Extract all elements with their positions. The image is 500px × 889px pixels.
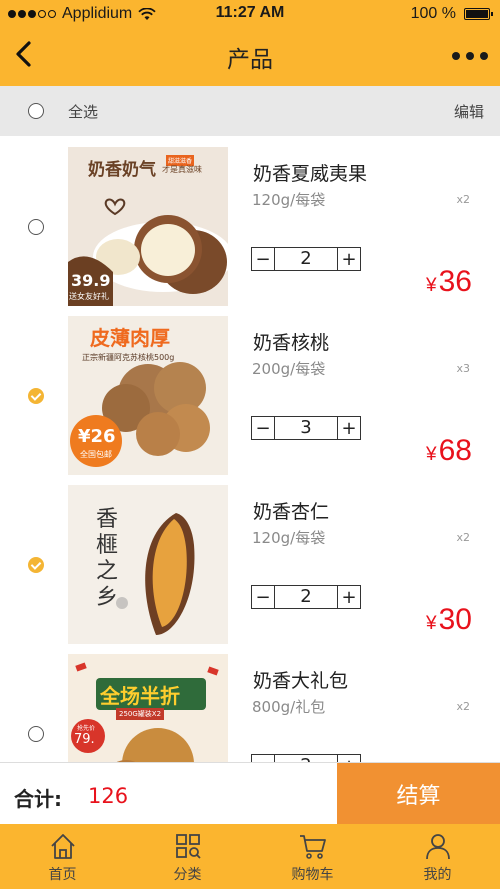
- currency-symbol: ¥: [426, 613, 437, 634]
- battery-percent: 100 %: [410, 5, 456, 22]
- product-price: ¥36: [426, 265, 472, 299]
- tab-category[interactable]: 分类: [125, 824, 250, 889]
- item-select-radio[interactable]: [28, 388, 44, 404]
- product-image-macadamia[interactable]: 奶香奶气 甜滋滋香 才是真滋味 39.9 送女友好礼: [68, 147, 228, 306]
- currency-symbol: ¥: [426, 444, 437, 465]
- product-spec: 120g/每袋: [252, 191, 326, 209]
- product-qty-label: x3: [456, 362, 470, 375]
- image-tag: 抢先价: [77, 725, 96, 732]
- quantity-value[interactable]: 3: [275, 417, 337, 439]
- select-all-label[interactable]: 全选: [68, 101, 98, 122]
- quantity-value[interactable]: 2: [275, 248, 337, 270]
- image-price: 79.: [74, 732, 95, 747]
- product-price: ¥30: [426, 603, 472, 637]
- user-icon: [426, 834, 450, 860]
- product-image-gift-pack[interactable]: 全场半折 250G罐装X2 抢先价 79.: [68, 654, 228, 762]
- tab-home[interactable]: 首页: [0, 824, 125, 889]
- image-headline: 皮薄肉厚: [90, 326, 170, 350]
- edit-button[interactable]: 编辑: [454, 101, 484, 122]
- item-select-radio[interactable]: [28, 557, 44, 573]
- select-all-bar: 全选 编辑: [0, 86, 500, 136]
- price-value: 36: [438, 265, 472, 298]
- image-note: 送女友好礼: [69, 292, 109, 301]
- tab-bar: 首页 分类 购物车 我的: [0, 824, 500, 889]
- more-button[interactable]: [452, 52, 488, 60]
- list-item: 香榧之乡 奶香杏仁 120g/每袋 x2 − 2 + ¥30: [0, 475, 500, 644]
- image-headline: 奶香奶气: [88, 160, 156, 180]
- select-all-radio[interactable]: [28, 103, 44, 119]
- quantity-value[interactable]: 2: [275, 755, 337, 762]
- product-name: 奶香夏威夷果: [253, 163, 368, 185]
- product-image-almond[interactable]: 香榧之乡: [68, 485, 228, 644]
- product-qty-label: x2: [456, 193, 470, 206]
- tab-label: 分类: [173, 867, 202, 883]
- list-item: 奶香奶气 甜滋滋香 才是真滋味 39.9 送女友好礼 奶香夏威夷果 120g/每…: [0, 137, 500, 306]
- image-headline: 全场半折: [100, 684, 180, 708]
- increase-button[interactable]: +: [337, 755, 360, 762]
- increase-button[interactable]: +: [337, 248, 360, 270]
- quantity-stepper: − 2 +: [251, 754, 361, 762]
- decrease-button[interactable]: −: [252, 586, 275, 608]
- tab-label: 首页: [48, 867, 77, 883]
- increase-button[interactable]: +: [337, 586, 360, 608]
- price-value: 30: [438, 603, 472, 636]
- image-note: 全国包邮: [80, 450, 112, 459]
- quantity-stepper: − 2 +: [251, 585, 361, 609]
- decrease-button[interactable]: −: [252, 417, 275, 439]
- product-spec: 200g/每袋: [252, 360, 326, 378]
- image-sub: 正宗新疆阿克苏核桃500g: [82, 353, 175, 362]
- total-amount: 126: [88, 784, 129, 808]
- tab-cart[interactable]: 购物车: [250, 824, 375, 889]
- list-item: 皮薄肉厚 正宗新疆阿克苏核桃500g ¥26 全国包邮 奶香核桃 200g/每袋…: [0, 306, 500, 475]
- checkout-button[interactable]: 结算: [337, 763, 500, 825]
- increase-button[interactable]: +: [337, 417, 360, 439]
- battery-icon: [464, 8, 493, 20]
- list-item: 全场半折 250G罐装X2 抢先价 79. 奶香大礼包 800g/礼包 x2 −…: [0, 644, 500, 762]
- product-name: 奶香核桃: [253, 332, 330, 354]
- item-select-radio[interactable]: [28, 726, 44, 742]
- product-spec: 800g/礼包: [252, 698, 326, 716]
- total-bar: 合计: 126 结算: [0, 762, 500, 825]
- more-dots-icon: [452, 52, 460, 60]
- product-name: 奶香大礼包: [253, 670, 349, 692]
- image-price: ¥26: [78, 426, 116, 447]
- price-value: 68: [438, 434, 472, 467]
- image-sub: 250G罐装X2: [116, 708, 165, 720]
- product-price: ¥68: [426, 434, 472, 468]
- cart-icon: [300, 835, 326, 859]
- category-icon: [176, 834, 201, 859]
- item-select-radio[interactable]: [28, 219, 44, 235]
- product-qty-label: x2: [456, 700, 470, 713]
- page-title: 产品: [227, 47, 273, 73]
- tab-profile[interactable]: 我的: [375, 824, 500, 889]
- product-name: 奶香杏仁: [253, 501, 330, 523]
- image-headline: 香榧之乡: [96, 507, 119, 610]
- home-icon: [51, 834, 75, 859]
- currency-symbol: ¥: [426, 275, 437, 296]
- tab-label: 购物车: [291, 867, 334, 883]
- quantity-value[interactable]: 2: [275, 586, 337, 608]
- product-list[interactable]: 奶香奶气 甜滋滋香 才是真滋味 39.9 送女友好礼 奶香夏威夷果 120g/每…: [0, 137, 500, 762]
- status-bar: Applidium 11:27 AM 100 %: [0, 0, 500, 28]
- decrease-button[interactable]: −: [252, 755, 275, 762]
- image-tag-sub: 才是真滋味: [162, 165, 202, 174]
- product-qty-label: x2: [456, 531, 470, 544]
- total-label: 合计:: [14, 787, 62, 811]
- quantity-stepper: − 2 +: [251, 247, 361, 271]
- product-spec: 120g/每袋: [252, 529, 326, 547]
- product-image-walnut[interactable]: 皮薄肉厚 正宗新疆阿克苏核桃500g ¥26 全国包邮: [68, 316, 228, 475]
- image-price: 39.9: [71, 271, 111, 290]
- decrease-button[interactable]: −: [252, 248, 275, 270]
- quantity-stepper: − 3 +: [251, 416, 361, 440]
- header: Applidium 11:27 AM 100 % 产品: [0, 0, 500, 86]
- tab-label: 我的: [423, 867, 452, 883]
